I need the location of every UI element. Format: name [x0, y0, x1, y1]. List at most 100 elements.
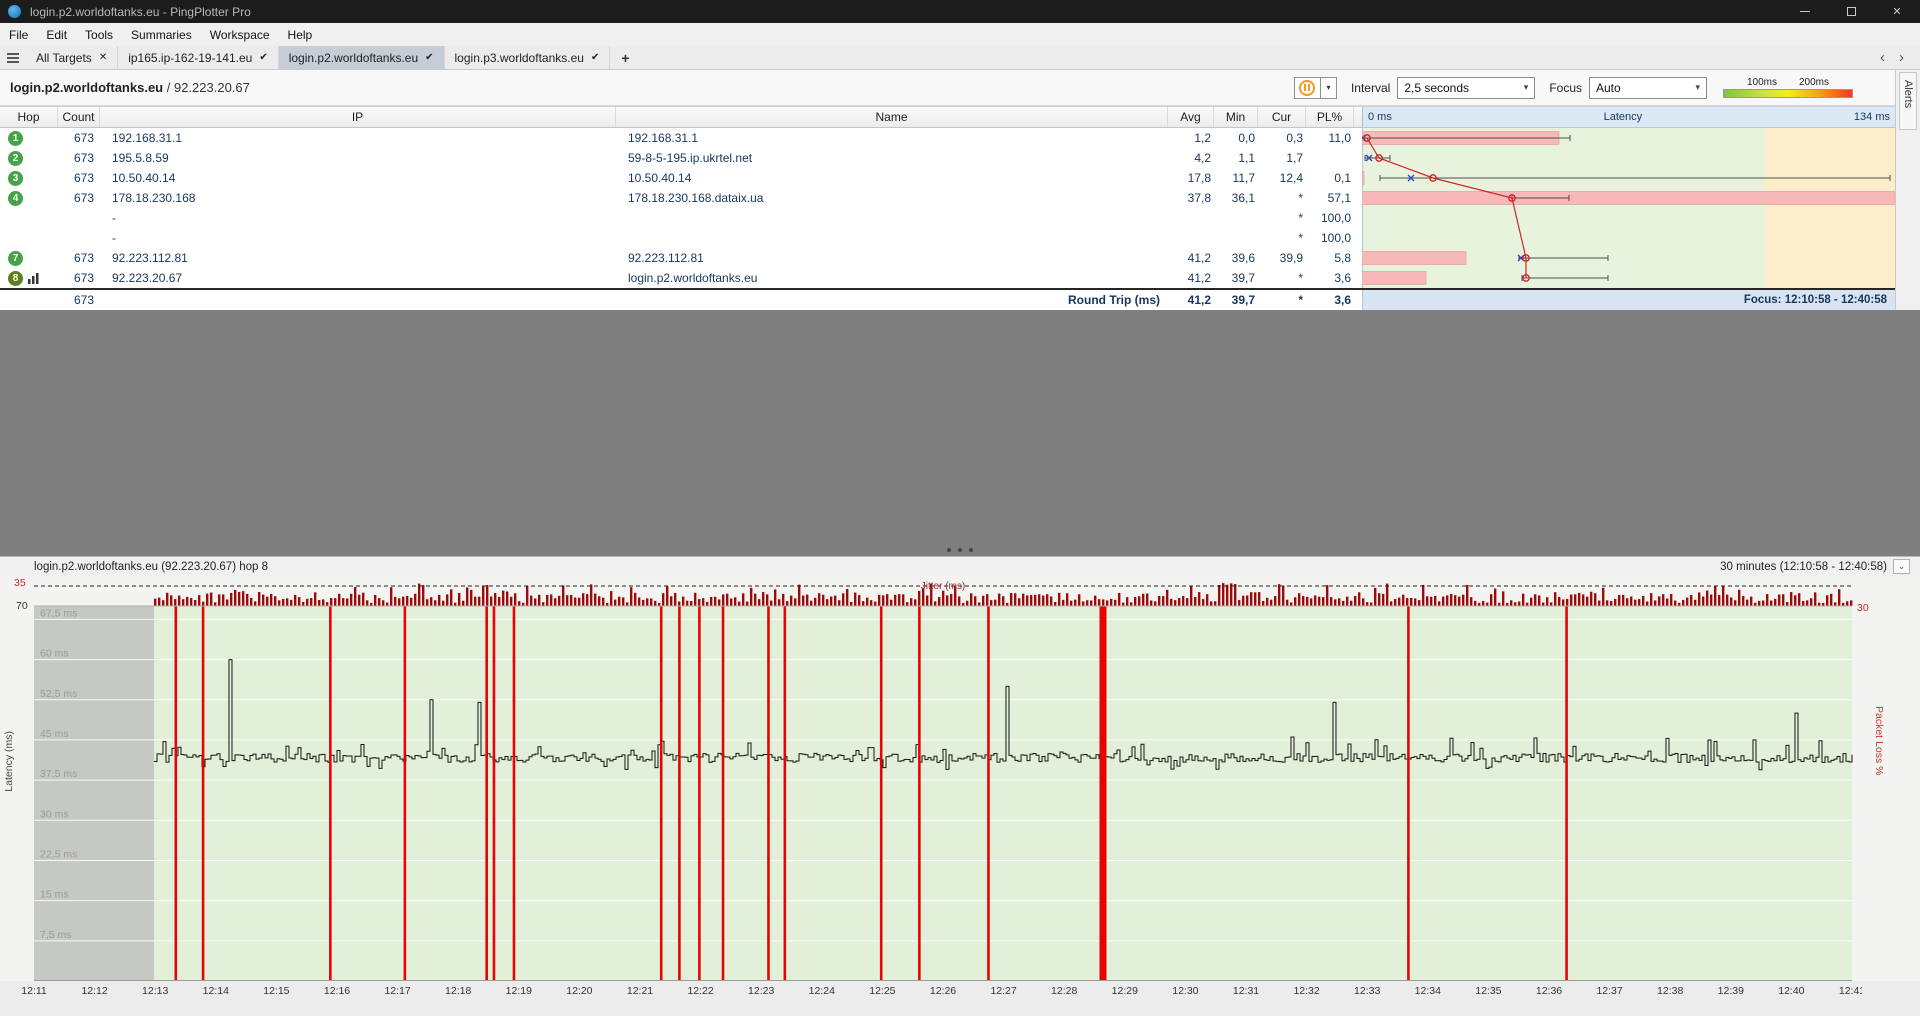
timeline-header: login.p2.worldoftanks.eu (92.223.20.67) …: [0, 556, 1920, 576]
latency-cell: [1362, 188, 1895, 208]
focus-range-label: Focus: 12:10:58 - 12:40:58: [1362, 290, 1895, 310]
count-cell: 673: [58, 128, 100, 148]
header-pl[interactable]: PL%: [1306, 107, 1354, 127]
x-axis-label: 12:31: [1233, 985, 1259, 997]
menu-file[interactable]: File: [0, 23, 37, 46]
new-tab-button[interactable]: +: [610, 46, 640, 69]
timeline-svg: 67,5 ms60 ms52,5 ms45 ms37,5 ms30 ms22,5…: [0, 576, 1920, 981]
name-cell: login.p2.worldoftanks.eu: [616, 268, 1168, 288]
alerts-tab[interactable]: Alerts: [1899, 72, 1917, 130]
table-row[interactable]: 867392.223.20.67login.p2.worldoftanks.eu…: [0, 268, 1895, 288]
menu-tools[interactable]: Tools: [76, 23, 122, 46]
header-hop[interactable]: Hop: [0, 107, 58, 127]
minimize-icon: [1800, 11, 1810, 12]
min-cell: 1,1: [1214, 148, 1258, 168]
hamburger-menu-icon[interactable]: [0, 46, 26, 69]
header-avg[interactable]: Avg: [1168, 107, 1214, 127]
min-cell: [1214, 228, 1258, 248]
pause-split-button: ▾: [1294, 77, 1337, 99]
latency-max-label: 134 ms: [1854, 111, 1890, 123]
header-ip[interactable]: IP: [100, 107, 616, 127]
column-gap: [1354, 188, 1362, 208]
min-cell: 11,7: [1214, 168, 1258, 188]
tab-ip165[interactable]: ip165.ip-162-19-141.eu ✔: [118, 46, 279, 69]
x-axis-label: 12:21: [627, 985, 653, 997]
hop-cell: 2: [0, 148, 58, 168]
latency-color-legend: 100ms 200ms: [1723, 77, 1853, 98]
min-cell: [1214, 208, 1258, 228]
tab-login-p2[interactable]: login.p2.worldoftanks.eu ✔: [279, 46, 445, 69]
table-row[interactable]: 2673195.5.8.5959-8-5-195.ip.ukrtel.net4,…: [0, 148, 1895, 168]
menu-workspace[interactable]: Workspace: [201, 23, 279, 46]
scroll-tabs-left-icon[interactable]: ‹: [1880, 49, 1885, 66]
svg-text:37,5 ms: 37,5 ms: [40, 768, 77, 780]
x-axis-label: 12:11: [21, 985, 47, 997]
focus-select[interactable]: Auto ▾: [1589, 77, 1707, 99]
minimize-button[interactable]: [1782, 0, 1828, 23]
graphed-hop-icon: [28, 273, 39, 284]
table-row[interactable]: -*100,0: [0, 208, 1895, 228]
timeline-graph[interactable]: 67,5 ms60 ms52,5 ms45 ms37,5 ms30 ms22,5…: [0, 576, 1920, 981]
x-axis-label: 12:19: [506, 985, 532, 997]
header-name[interactable]: Name: [616, 107, 1168, 127]
count-cell: 673: [58, 168, 100, 188]
svg-text:Jitter (ms): Jitter (ms): [921, 581, 965, 592]
latency-axis-max: 70: [16, 600, 28, 612]
table-row[interactable]: 767392.223.112.8192.223.112.8141,239,639…: [0, 248, 1895, 268]
table-row[interactable]: 4673178.18.230.168178.18.230.168.dataix.…: [0, 188, 1895, 208]
range-dropdown-icon[interactable]: ⌄: [1893, 559, 1910, 574]
name-cell: 192.168.31.1: [616, 128, 1168, 148]
table-row[interactable]: 1673192.168.31.1192.168.31.11,20,00,311,…: [0, 128, 1895, 148]
header-gap: [1354, 107, 1362, 127]
tab-all-targets[interactable]: All Targets ✕: [26, 46, 118, 69]
x-axis-label: 12:27: [990, 985, 1016, 997]
cur-cell: *: [1258, 268, 1306, 288]
min-cell: 36,1: [1214, 188, 1258, 208]
column-gap: [1354, 168, 1362, 188]
hop-cell: [0, 228, 58, 248]
tab-label: login.p2.worldoftanks.eu: [289, 51, 418, 65]
pause-button[interactable]: [1294, 77, 1321, 99]
pl-cell: 100,0: [1306, 228, 1354, 248]
name-cell: [616, 208, 1168, 228]
timeline-range-label[interactable]: 30 minutes (12:10:58 - 12:40:58): [1720, 561, 1887, 573]
maximize-button[interactable]: [1828, 0, 1874, 23]
close-tab-icon[interactable]: ✕: [99, 52, 107, 63]
interval-select[interactable]: 2,5 seconds ▾: [1397, 77, 1535, 99]
menu-help[interactable]: Help: [279, 23, 322, 46]
tab-label: ip165.ip-162-19-141.eu: [128, 51, 252, 65]
check-icon: ✔: [259, 52, 267, 63]
table-header-row: Hop Count IP Name Avg Min Cur PL% 0 ms L…: [0, 106, 1895, 128]
hop-number-badge: 7: [8, 251, 23, 266]
round-trip-pl: 3,6: [1306, 290, 1354, 310]
table-row[interactable]: 367310.50.40.1410.50.40.1417,811,712,40,…: [0, 168, 1895, 188]
x-axis-label: 12:32: [1293, 985, 1319, 997]
header-min[interactable]: Min: [1214, 107, 1258, 127]
header-latency[interactable]: 0 ms Latency 134 ms: [1362, 107, 1895, 127]
ip-cell: 92.223.20.67: [100, 268, 616, 288]
header-cur[interactable]: Cur: [1258, 107, 1306, 127]
table-row[interactable]: -*100,0: [0, 228, 1895, 248]
splitter-handle[interactable]: [947, 548, 973, 552]
x-axis-label: 12:29: [1112, 985, 1138, 997]
close-button[interactable]: ✕: [1874, 0, 1920, 23]
x-axis-label: 12:24: [809, 985, 835, 997]
min-cell: 39,6: [1214, 248, 1258, 268]
menu-edit[interactable]: Edit: [37, 23, 76, 46]
header-count[interactable]: Count: [58, 107, 100, 127]
x-axis-label: 12:17: [384, 985, 410, 997]
timeline-x-axis: 12:1112:1212:1312:1412:1512:1612:1712:18…: [0, 981, 1862, 1016]
x-axis-label: 12:25: [869, 985, 895, 997]
menu-summaries[interactable]: Summaries: [122, 23, 201, 46]
title-bar: login.p2.worldoftanks.eu - PingPlotter P…: [0, 0, 1920, 23]
tab-bar: All Targets ✕ ip165.ip-162-19-141.eu ✔ l…: [0, 46, 1920, 70]
scroll-tabs-right-icon[interactable]: ›: [1899, 49, 1904, 66]
latency-axis-label: Latency (ms): [3, 731, 15, 792]
latency-min-label: 0 ms: [1368, 111, 1392, 123]
pause-dropdown-icon[interactable]: ▾: [1321, 77, 1337, 99]
tab-login-p3[interactable]: login.p3.worldoftanks.eu ✔: [445, 46, 611, 69]
name-cell: 178.18.230.168.dataix.ua: [616, 188, 1168, 208]
right-side-strip: Alerts: [1895, 70, 1920, 310]
legend-100ms-label: 100ms: [1747, 77, 1777, 88]
x-axis-label: 12:26: [930, 985, 956, 997]
